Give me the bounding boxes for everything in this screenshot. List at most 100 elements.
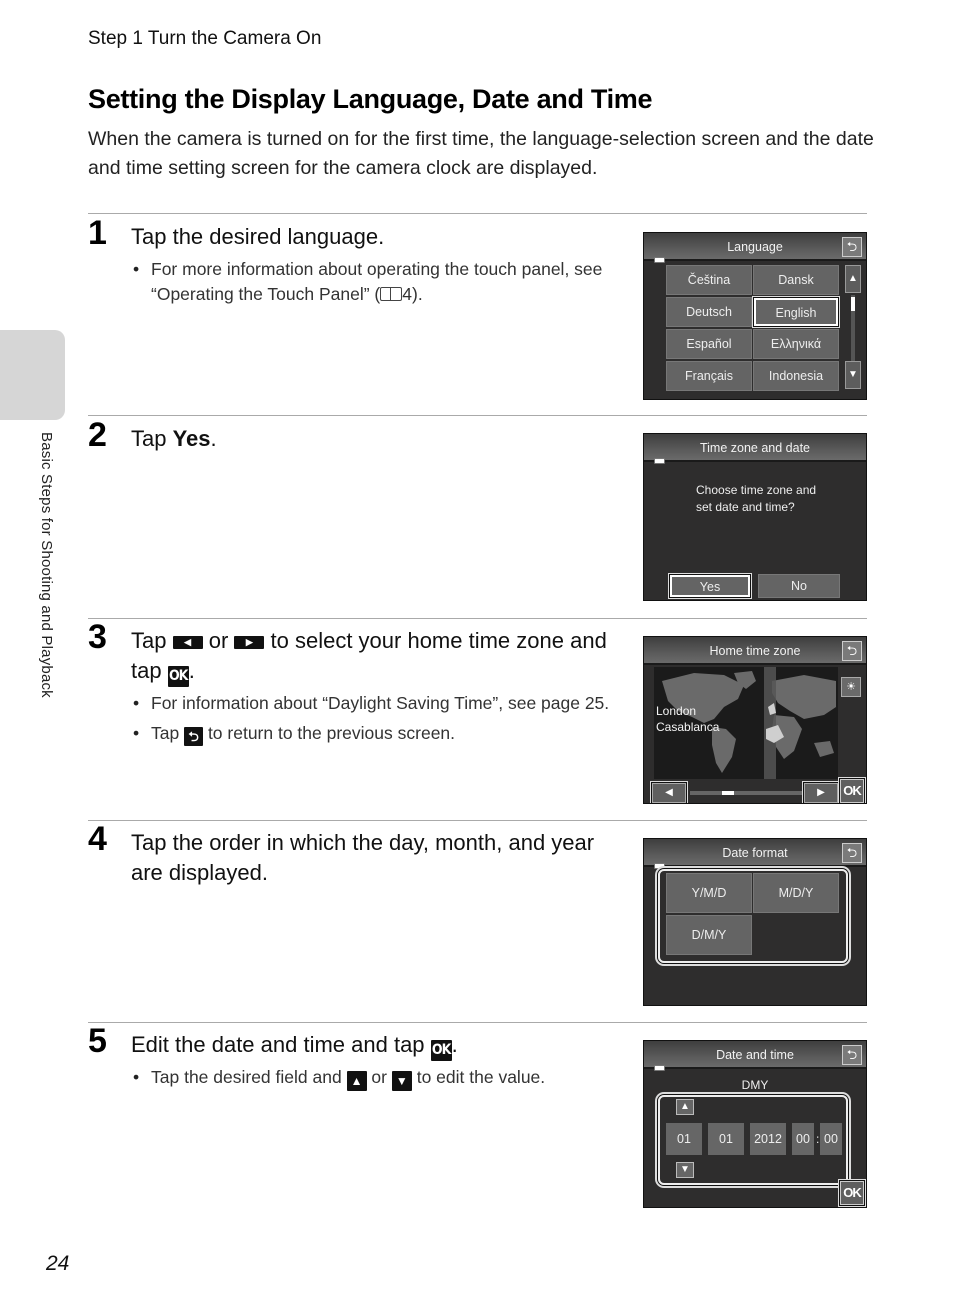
month-field[interactable]: 01 bbox=[708, 1123, 744, 1155]
back-icon: ⮌ bbox=[846, 845, 858, 860]
page-reference: 4 bbox=[402, 284, 412, 304]
page-number: 24 bbox=[46, 1252, 70, 1275]
section-title: Setting the Display Language, Date and T… bbox=[88, 84, 653, 114]
back-button[interactable]: ⮌ bbox=[842, 843, 862, 863]
battery-icon bbox=[654, 1065, 665, 1071]
bullet-text: or bbox=[366, 1067, 392, 1087]
previous-zone-button[interactable]: ◀ bbox=[652, 783, 686, 803]
title-emphasis: Yes bbox=[172, 426, 211, 451]
back-button[interactable]: ⮌ bbox=[842, 237, 862, 257]
screen-title: Home time zone bbox=[644, 637, 866, 665]
increment-button[interactable]: ▲ bbox=[676, 1099, 694, 1115]
daylight-saving-icon: ☀ bbox=[846, 681, 856, 693]
divider bbox=[88, 618, 867, 619]
next-zone-button[interactable]: ▶ bbox=[804, 783, 838, 803]
scroll-up-button[interactable]: ▲ bbox=[845, 265, 861, 293]
chapter-label: Basic Steps for Shooting and Playback bbox=[38, 432, 55, 698]
bullet-item: For information about “Daylight Saving T… bbox=[133, 691, 613, 716]
language-option[interactable]: Indonesia bbox=[753, 361, 839, 391]
chapter-tab bbox=[0, 330, 65, 420]
bullet-item: Tap ⮌ to return to the previous screen. bbox=[133, 721, 613, 746]
step-bullets: For more information about operating the… bbox=[133, 257, 613, 312]
step-title: Tap the order in which the day, month, a… bbox=[131, 830, 595, 885]
time-separator: : bbox=[816, 1132, 820, 1146]
language-option[interactable]: Français bbox=[666, 361, 752, 391]
language-option[interactable]: Čeština bbox=[666, 265, 752, 295]
ok-button[interactable]: OK bbox=[840, 779, 864, 803]
step-title: Tap ◀ or ▶ to select your home time zone… bbox=[131, 626, 611, 687]
scroll-down-button[interactable]: ▼ bbox=[845, 361, 861, 389]
slider-thumb[interactable] bbox=[722, 791, 734, 795]
ok-button[interactable]: OK bbox=[840, 1181, 864, 1205]
step-number: 2 bbox=[88, 416, 107, 454]
decrement-button[interactable]: ▼ bbox=[676, 1162, 694, 1178]
screen-title: Time zone and date bbox=[644, 434, 866, 462]
left-arrow-icon: ◀ bbox=[665, 787, 673, 798]
bullet-text: to edit the value. bbox=[411, 1067, 546, 1087]
title-text: Edit the date and time and tap bbox=[131, 1032, 431, 1057]
back-icon: ⮌ bbox=[846, 643, 858, 658]
back-button[interactable]: ⮌ bbox=[842, 1045, 862, 1065]
bullet-item: For more information about operating the… bbox=[133, 257, 613, 307]
language-option[interactable]: Deutsch bbox=[666, 297, 752, 327]
title-text: . bbox=[210, 426, 217, 451]
divider bbox=[88, 415, 867, 416]
back-icon: ⮌ bbox=[846, 1047, 858, 1062]
city-name: Casablanca bbox=[656, 720, 720, 734]
title-text: Tap bbox=[131, 426, 173, 451]
language-option-selected[interactable]: English bbox=[753, 297, 839, 327]
up-arrow-icon: ▲ bbox=[848, 273, 858, 284]
battery-icon bbox=[654, 458, 665, 464]
bullet-text: Tap bbox=[151, 723, 185, 743]
language-screen: Language ⮌ Čeština Dansk Deutsch English… bbox=[643, 232, 867, 400]
minute-field[interactable]: 00 bbox=[820, 1123, 842, 1155]
right-arrow-icon: ▶ bbox=[234, 636, 265, 649]
step-title: Edit the date and time and tap OK. bbox=[131, 1030, 611, 1061]
language-option[interactable]: Español bbox=[666, 329, 752, 359]
back-button[interactable]: ⮌ bbox=[842, 641, 862, 661]
up-arrow-icon: ▲ bbox=[680, 1101, 690, 1112]
ok-icon: OK bbox=[167, 666, 189, 687]
step-bullets: Tap the desired field and ▲ or ▼ to edit… bbox=[133, 1065, 613, 1096]
date-format-option[interactable]: Y/M/D bbox=[666, 873, 752, 913]
scrollbar[interactable] bbox=[851, 295, 855, 361]
title-text: Tap bbox=[131, 628, 173, 653]
date-format-option[interactable]: M/D/Y bbox=[753, 873, 839, 913]
back-icon: ⮌ bbox=[184, 727, 204, 746]
language-option[interactable]: Dansk bbox=[753, 265, 839, 295]
selected-city: London Casablanca bbox=[656, 703, 719, 735]
title-text: . bbox=[188, 658, 195, 683]
left-arrow-icon: ◀ bbox=[172, 636, 203, 649]
step-number: 5 bbox=[88, 1022, 107, 1060]
scrollbar-thumb[interactable] bbox=[851, 297, 855, 311]
bullet-item: Tap the desired field and ▲ or ▼ to edit… bbox=[133, 1065, 613, 1091]
divider bbox=[88, 1022, 867, 1023]
year-field[interactable]: 2012 bbox=[750, 1123, 786, 1155]
hour-field[interactable]: 00 bbox=[792, 1123, 814, 1155]
book-reference-icon bbox=[380, 287, 403, 301]
city-name: London bbox=[656, 704, 697, 718]
down-arrow-icon: ▼ bbox=[680, 1164, 690, 1175]
date-format-screen: Date format ⮌ Y/M/D M/D/Y D/M/Y bbox=[643, 838, 867, 1006]
daylight-saving-button[interactable]: ☀ bbox=[841, 677, 861, 697]
divider bbox=[88, 213, 867, 214]
day-field[interactable]: 01 bbox=[666, 1123, 702, 1155]
yes-button[interactable]: Yes bbox=[669, 574, 751, 598]
language-option[interactable]: Ελληνικά bbox=[753, 329, 839, 359]
prompt-line: set date and time? bbox=[696, 500, 795, 514]
screen-title: Language bbox=[644, 233, 866, 261]
ok-icon: OK bbox=[430, 1040, 452, 1061]
step-number: 4 bbox=[88, 820, 107, 858]
bullet-text: For more information about operating the… bbox=[151, 259, 603, 304]
back-icon: ⮌ bbox=[846, 239, 858, 254]
running-head: Step 1 Turn the Camera On bbox=[88, 28, 322, 49]
step-title: Tap the desired language. bbox=[131, 224, 385, 249]
no-button[interactable]: No bbox=[758, 574, 840, 598]
time-zone-slider[interactable] bbox=[690, 791, 802, 795]
date-format-option[interactable]: D/M/Y bbox=[666, 915, 752, 955]
right-arrow-icon: ▶ bbox=[817, 787, 825, 798]
title-text: or bbox=[202, 628, 235, 653]
divider bbox=[88, 820, 867, 821]
down-arrow-icon: ▼ bbox=[848, 369, 858, 380]
bullet-text: ). bbox=[412, 284, 423, 304]
